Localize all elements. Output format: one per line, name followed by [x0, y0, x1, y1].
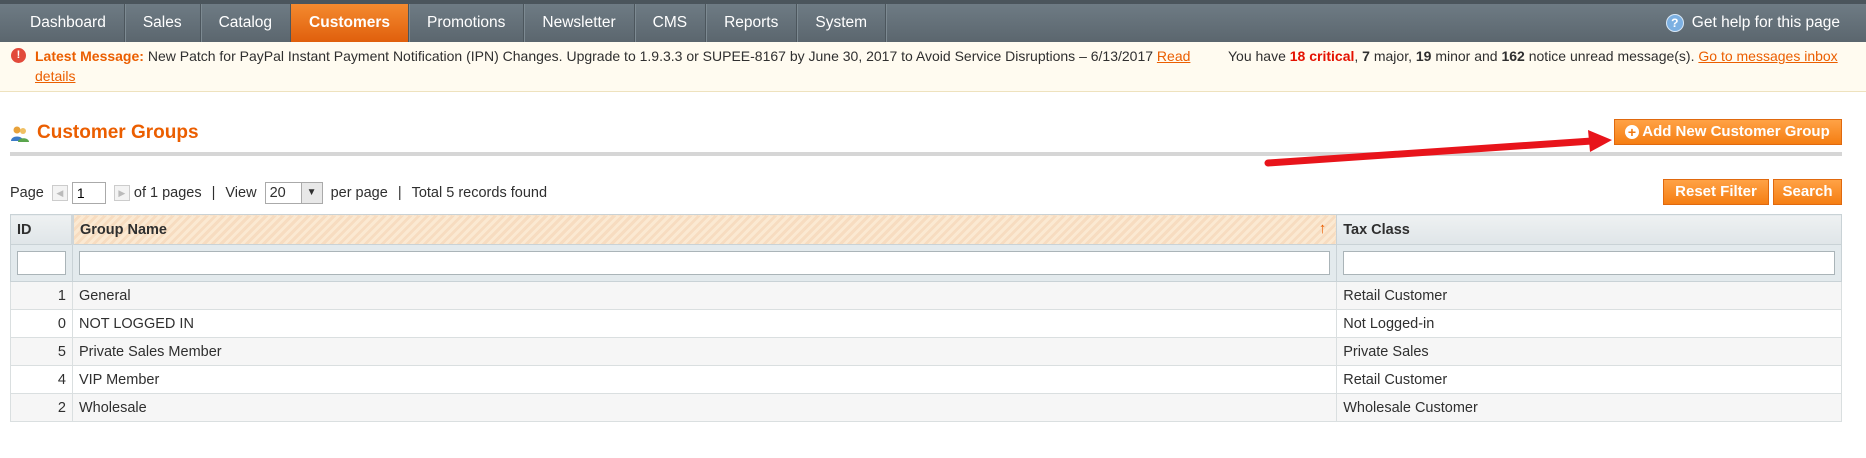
- row-id: 1: [10, 281, 73, 310]
- next-page-icon[interactable]: ▶: [113, 185, 130, 201]
- row-id: 5: [10, 337, 73, 366]
- table-row[interactable]: 5 Private Sales Member Private Sales: [10, 337, 1842, 366]
- total-records: Total 5 records found: [411, 185, 548, 201]
- column-header-id[interactable]: ID: [10, 214, 73, 245]
- row-id: 2: [10, 393, 73, 422]
- customer-groups-grid: ID Group Name ↑ Tax Class 1 General Reta…: [10, 214, 1842, 422]
- per-page-value: 20: [269, 185, 286, 201]
- row-group-name: NOT LOGGED IN: [71, 309, 1338, 338]
- row-group-name: Wholesale: [71, 393, 1338, 422]
- search-button[interactable]: Search: [1773, 179, 1842, 205]
- row-tax-class: Private Sales: [1336, 337, 1842, 366]
- of-pages-label: of 1 pages: [133, 185, 202, 201]
- filter-id-input[interactable]: [17, 251, 66, 275]
- table-row[interactable]: 4 VIP Member Retail Customer: [10, 365, 1842, 394]
- table-row[interactable]: 0 NOT LOGGED IN Not Logged-in: [10, 309, 1842, 338]
- row-tax-class: Retail Customer: [1336, 281, 1842, 310]
- filter-tax-class-input[interactable]: [1343, 251, 1835, 275]
- page-number-input[interactable]: [71, 182, 106, 204]
- table-row[interactable]: 1 General Retail Customer: [10, 281, 1842, 310]
- column-header-tax-class[interactable]: Tax Class: [1336, 214, 1842, 245]
- row-tax-class: Not Logged-in: [1336, 309, 1842, 338]
- reset-filter-button[interactable]: Reset Filter: [1663, 179, 1769, 205]
- page-label: Page: [10, 185, 44, 201]
- per-page-label: per page: [330, 185, 388, 201]
- row-group-name: Private Sales Member: [71, 337, 1338, 366]
- row-tax-class: Retail Customer: [1336, 365, 1842, 394]
- group-name-header-label: Group Name: [79, 221, 167, 238]
- row-id: 4: [10, 365, 73, 394]
- sort-ascending-icon: ↑: [1318, 220, 1327, 237]
- row-id: 0: [10, 309, 73, 338]
- prev-page-icon[interactable]: ◀: [51, 185, 68, 201]
- row-group-name: VIP Member: [71, 365, 1338, 394]
- filter-group-name-input[interactable]: [78, 251, 1331, 275]
- chevron-down-icon: ▼: [300, 183, 322, 203]
- view-label: View: [225, 185, 257, 201]
- column-header-group-name[interactable]: Group Name ↑: [70, 214, 1338, 245]
- per-page-select[interactable]: 20 ▼: [264, 182, 323, 204]
- pager: Page ◀ ▶ of 1 pages | View 20 ▼ per page…: [10, 180, 547, 206]
- table-row[interactable]: 2 Wholesale Wholesale Customer: [10, 393, 1842, 422]
- row-group-name: General: [71, 281, 1338, 310]
- row-tax-class: Wholesale Customer: [1336, 393, 1842, 422]
